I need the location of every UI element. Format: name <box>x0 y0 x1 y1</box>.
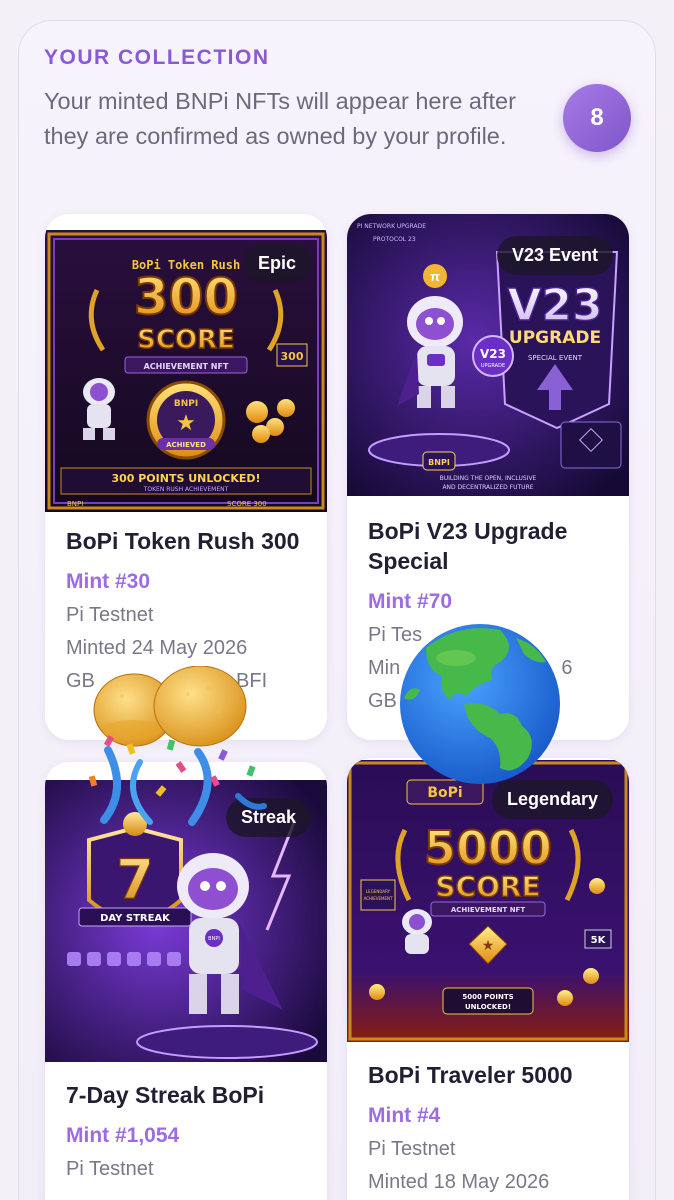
svg-text:300: 300 <box>281 350 304 363</box>
wallet-address: GB <box>368 690 397 712</box>
svg-text:ACHIEVEMENT NFT: ACHIEVEMENT NFT <box>451 906 525 914</box>
mint-number: Mint #70 <box>368 590 453 613</box>
svg-text:PI NETWORK UPGRADE: PI NETWORK UPGRADE <box>357 223 426 230</box>
svg-text:TOKEN RUSH ACHIEVEMENT: TOKEN RUSH ACHIEVEMENT <box>143 486 229 493</box>
svg-text:300: 300 <box>134 268 238 326</box>
nft-title: BoPi Traveler 5000 <box>368 1062 573 1088</box>
svg-text:SCORE 300: SCORE 300 <box>227 500 267 508</box>
svg-text:ACHIEVEMENT: ACHIEVEMENT <box>364 896 393 901</box>
svg-text:BoPi: BoPi <box>427 785 462 801</box>
svg-text:BNPI: BNPI <box>67 500 83 508</box>
svg-text:★: ★ <box>482 937 495 953</box>
svg-text:π: π <box>430 269 440 284</box>
svg-text:UPGRADE: UPGRADE <box>509 328 601 348</box>
minted-date: Minted 24 May 2026 <box>66 637 248 659</box>
svg-text:DAY STREAK: DAY STREAK <box>100 913 171 924</box>
svg-text:5000: 5000 <box>424 821 552 875</box>
svg-text:UNLOCKED!: UNLOCKED! <box>465 1003 511 1011</box>
nft-card[interactable]: PI NETWORK UPGRADE PROTOCOL 23 π V23 UPG… <box>347 214 629 740</box>
mint-number: Mint #4 <box>368 1104 441 1127</box>
svg-text:★: ★ <box>176 410 196 435</box>
rarity-tag: Legendary <box>491 780 613 819</box>
network-label: Pi Testnet <box>66 604 154 626</box>
network-label: Pi Testnet <box>66 1158 154 1180</box>
count-badge: 8 <box>563 84 631 152</box>
svg-text:BNPI: BNPI <box>208 936 220 942</box>
address-start: GB <box>66 670 95 692</box>
svg-text:ACHIEVED: ACHIEVED <box>166 441 206 449</box>
network-label: Pi Testnet <box>368 1138 456 1160</box>
svg-text:BNPI: BNPI <box>428 458 450 467</box>
nft-title: BoPi Token Rush 300 <box>66 528 300 554</box>
svg-text:SPECIAL EVENT: SPECIAL EVENT <box>528 354 583 362</box>
date-start: Min <box>368 657 401 679</box>
svg-text:V23: V23 <box>480 347 506 361</box>
event-tag: V23 Event <box>496 236 613 275</box>
address-end: BFI <box>236 670 268 692</box>
network-label: Pi Tes <box>368 624 423 646</box>
nft-card[interactable]: BoPi 5000 SCORE ACHIEVEMENT NFT LEGENDAR… <box>347 758 629 1200</box>
nft-card[interactable]: 7 DAY STREAK BNPI Streak 7-Day Streak Bo… <box>45 762 327 1200</box>
minted-date: Min 6 <box>368 657 618 680</box>
svg-text:300 POINTS UNLOCKED!: 300 POINTS UNLOCKED! <box>111 472 260 485</box>
rarity-tag: Epic <box>242 244 311 283</box>
svg-text:BUILDING THE OPEN, INCLUSIVE: BUILDING THE OPEN, INCLUSIVE <box>440 475 537 482</box>
minted-date: Minted 18 May 2026 <box>368 1171 550 1193</box>
section-title: YOUR COLLECTION <box>44 46 270 69</box>
svg-text:5K: 5K <box>591 935 607 946</box>
svg-text:5000 POINTS: 5000 POINTS <box>462 993 513 1001</box>
svg-text:BNPI: BNPI <box>174 399 198 409</box>
svg-text:SCORE: SCORE <box>435 870 540 903</box>
date-end: 6 <box>561 657 573 679</box>
nft-title: BoPi V23 Upgrade Special <box>368 518 568 574</box>
svg-text:7: 7 <box>116 848 154 911</box>
mint-number: Mint #30 <box>66 570 151 593</box>
svg-text:PROTOCOL 23: PROTOCOL 23 <box>373 236 416 243</box>
streak-tag: Streak <box>225 798 311 837</box>
mint-number: Mint #1,054 <box>66 1124 180 1147</box>
section-description: Your minted BNPi NFTs will appear here a… <box>44 88 516 149</box>
nft-card[interactable]: BoPi Token Rush 300 SCORE ACHIEVEMENT NF… <box>45 214 327 740</box>
svg-text:LEGENDARY: LEGENDARY <box>366 889 391 894</box>
nft-title: 7-Day Streak BoPi <box>66 1082 265 1108</box>
wallet-address: GB BFI <box>66 670 316 693</box>
svg-text:UPGRADE: UPGRADE <box>481 363 505 369</box>
svg-text:ACHIEVEMENT NFT: ACHIEVEMENT NFT <box>144 362 229 371</box>
svg-text:SCORE: SCORE <box>137 325 235 355</box>
svg-text:AND DECENTRALIZED FUTURE: AND DECENTRALIZED FUTURE <box>442 484 533 491</box>
svg-text:V23: V23 <box>507 280 602 331</box>
